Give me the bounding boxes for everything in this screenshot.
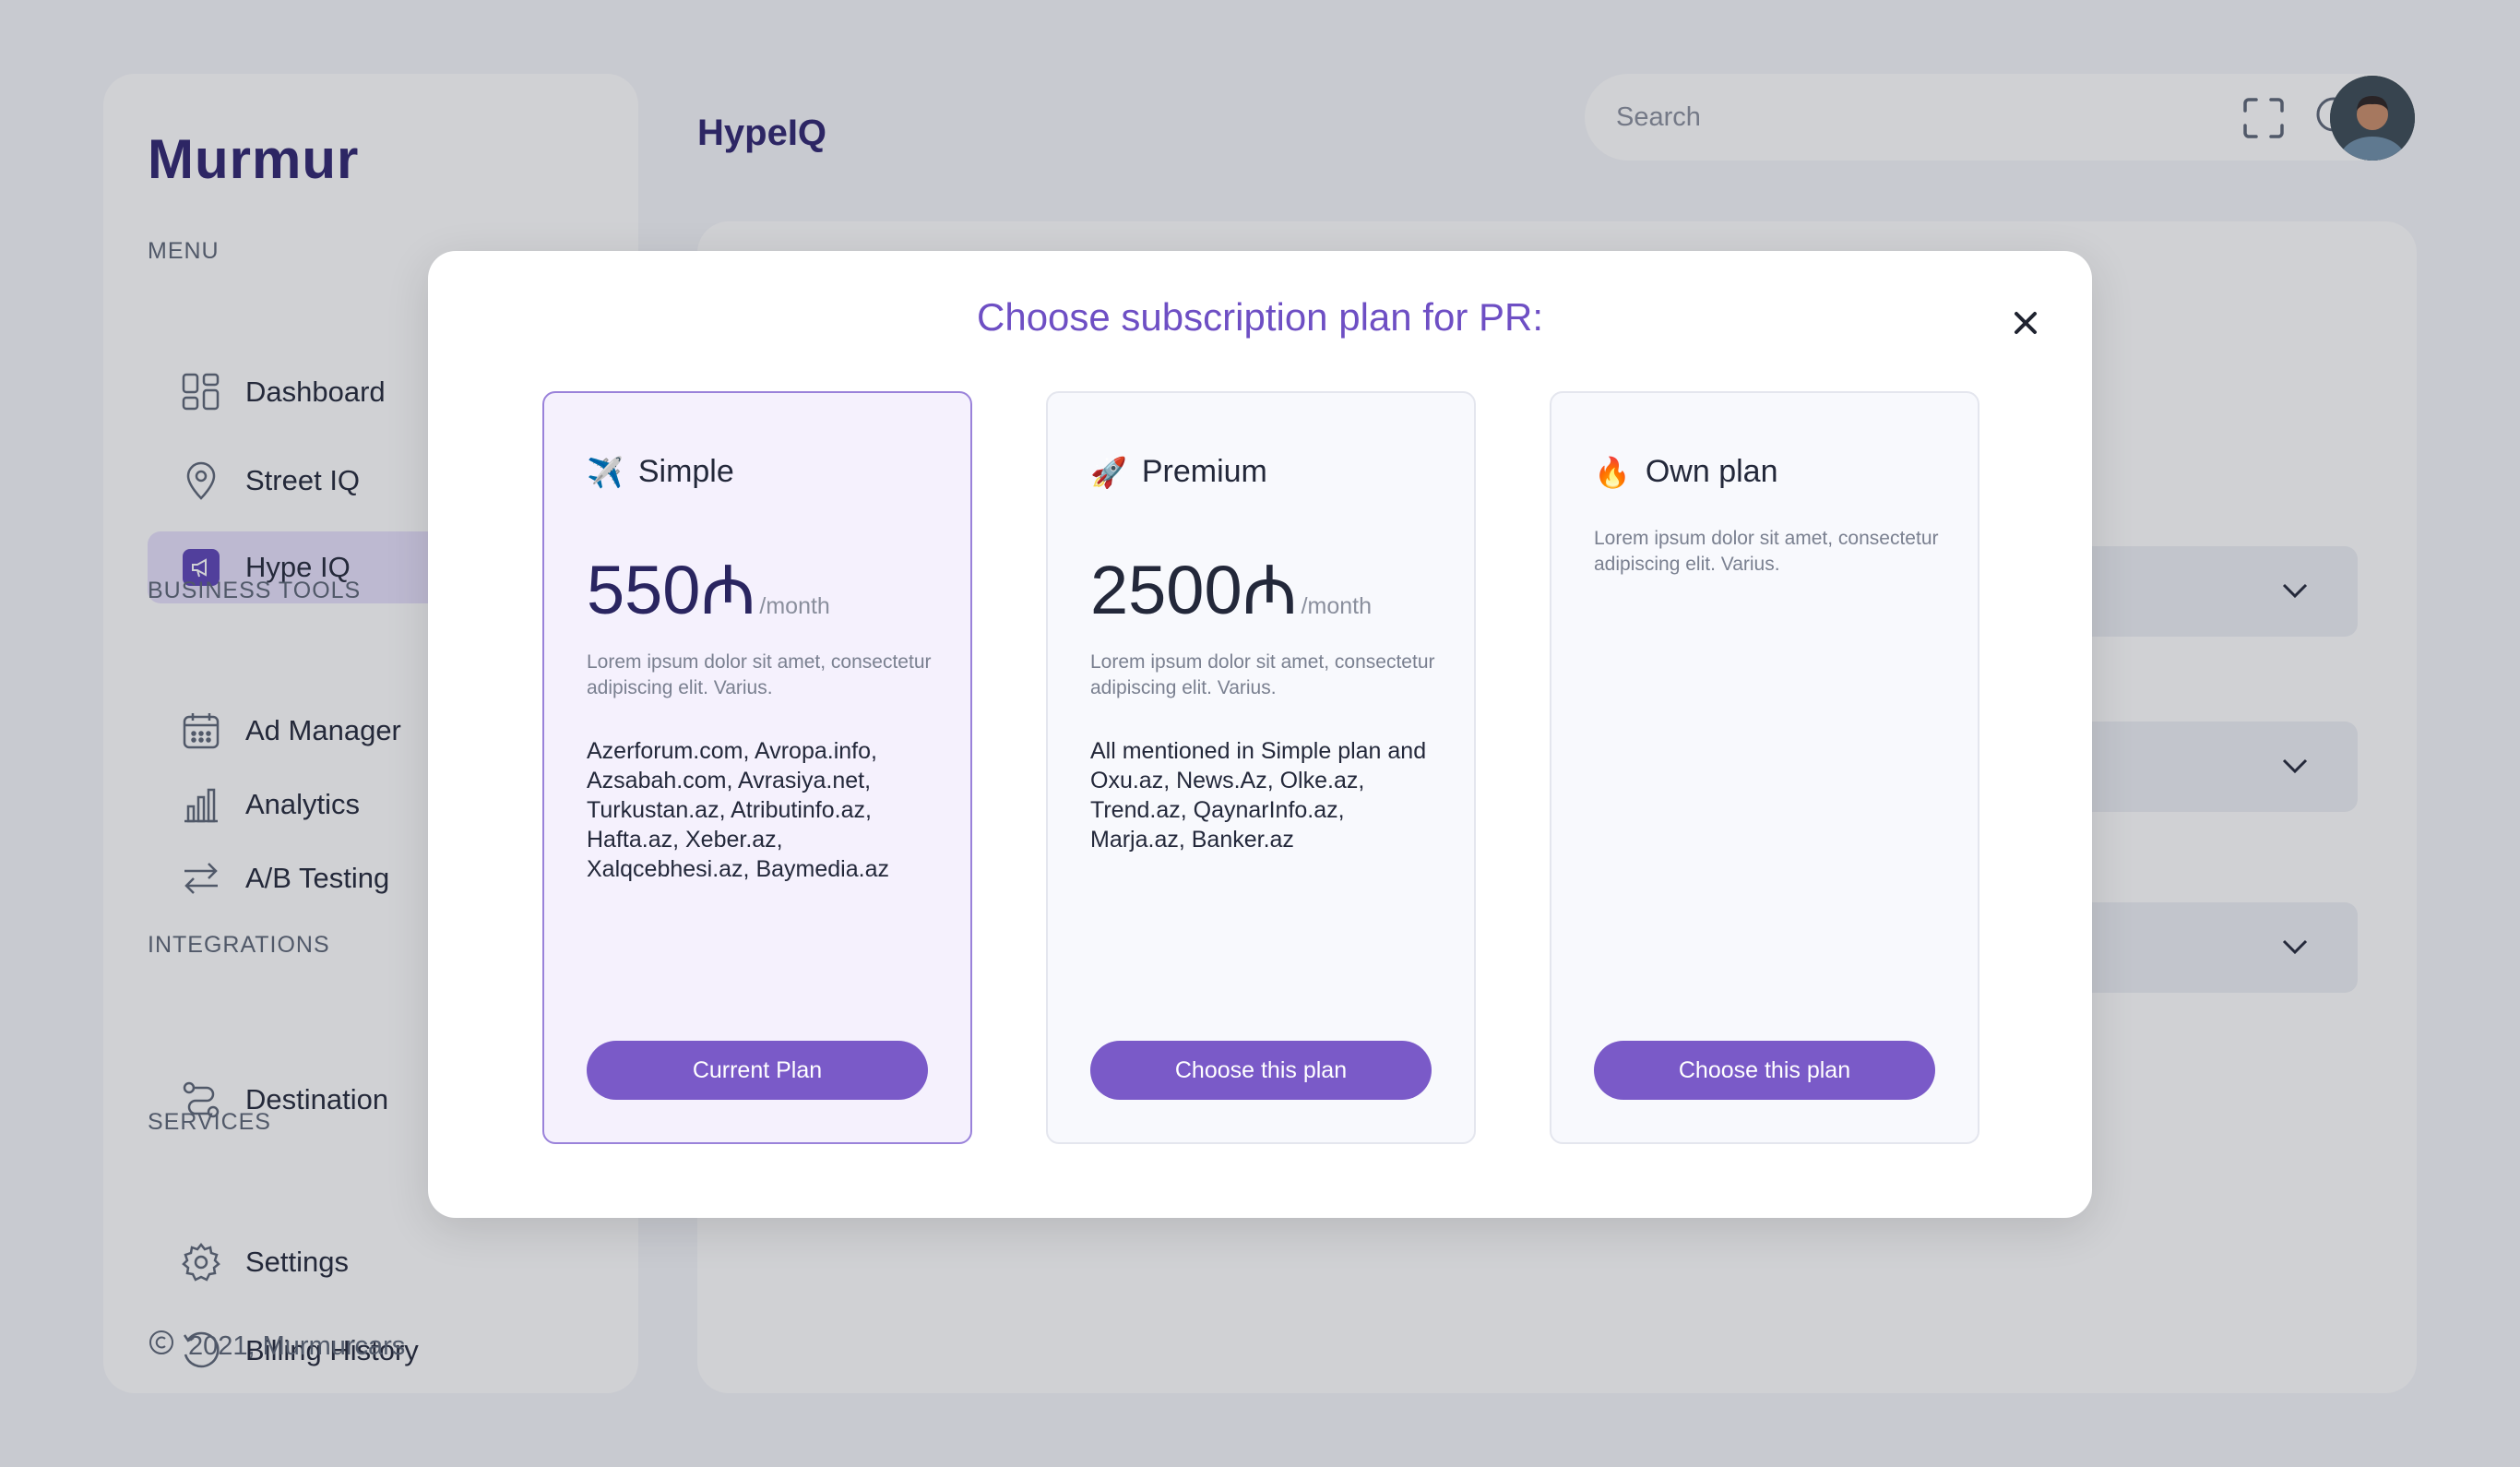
plan-header: 🚀 Premium: [1090, 454, 1267, 490]
plan-price: 550₼ /month: [587, 541, 830, 634]
modal-title: Choose subscription plan for PR:: [977, 295, 1543, 339]
plan-header: ✈️ Simple: [587, 454, 734, 490]
plan-sites: Azerforum.com, Avropa.info, Azsabah.com,…: [587, 738, 889, 882]
price-period: /month: [1301, 593, 1372, 619]
price-period: /month: [759, 593, 830, 619]
plan-card-simple: ✈️ Simple 550₼ /month Lorem ipsum dolor …: [542, 391, 972, 1144]
choose-plan-button[interactable]: Choose this plan: [1594, 1041, 1935, 1100]
plan-card-premium: 🚀 Premium 2500₼ /month Lorem ipsum dolor…: [1046, 391, 1476, 1144]
close-icon[interactable]: [2007, 304, 2044, 341]
rocket-icon: 🚀: [1090, 454, 1127, 490]
price-amount: 550₼: [587, 552, 756, 628]
plan-sites: All mentioned in Simple plan and Oxu.az,…: [1090, 738, 1427, 853]
plan-name: Simple: [637, 454, 734, 489]
plan-price: 2500₼ /month: [1090, 541, 1372, 634]
subscription-modal: Choose subscription plan for PR: ✈️ Simp…: [428, 251, 2092, 1218]
current-plan-button[interactable]: Current Plan: [587, 1041, 928, 1100]
app-root: Murmur MENU Dashboard Street IQ Hype IQ …: [0, 0, 2520, 1467]
plan-description: Lorem ipsum dolor sit amet, consectetur …: [1090, 651, 1435, 698]
airplane-icon: ✈️: [587, 454, 624, 490]
plan-header: 🔥 Own plan: [1594, 454, 1777, 490]
choose-plan-button[interactable]: Choose this plan: [1090, 1041, 1432, 1100]
plan-name: Premium: [1141, 454, 1267, 489]
plan-name: Own plan: [1645, 454, 1778, 489]
plan-description: Lorem ipsum dolor sit amet, consectetur …: [587, 651, 932, 698]
fire-icon: 🔥: [1594, 454, 1631, 490]
plan-card-own: 🔥 Own plan Lorem ipsum dolor sit amet, c…: [1550, 391, 1979, 1144]
plan-description: Lorem ipsum dolor sit amet, consectetur …: [1594, 528, 1939, 575]
price-amount: 2500₼: [1090, 552, 1298, 628]
